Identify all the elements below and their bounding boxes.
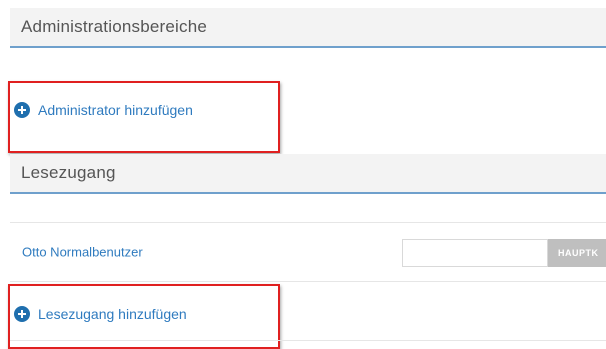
- section-header-lesezugang: Lesezugang: [10, 154, 606, 194]
- user-name-link[interactable]: Otto Normalbenutzer: [22, 245, 143, 260]
- add-administrator-link[interactable]: Administrator hinzufügen: [14, 102, 193, 118]
- table-row: Otto Normalbenutzer HAUPTK: [10, 222, 606, 282]
- add-lesezugang-link[interactable]: Lesezugang hinzufügen: [14, 306, 187, 322]
- section-title: Administrationsbereiche: [21, 17, 208, 36]
- add-administrator-label: Administrator hinzufügen: [38, 102, 193, 118]
- divider: [10, 340, 606, 341]
- plus-circle-icon: [14, 102, 30, 118]
- section-title: Lesezugang: [21, 163, 116, 182]
- user-field[interactable]: [402, 239, 548, 267]
- section-header-administration: Administrationsbereiche: [10, 8, 606, 48]
- add-lesezugang-label: Lesezugang hinzufügen: [38, 306, 187, 322]
- plus-circle-icon: [14, 306, 30, 322]
- hauptkonto-button[interactable]: HAUPTK: [548, 239, 606, 267]
